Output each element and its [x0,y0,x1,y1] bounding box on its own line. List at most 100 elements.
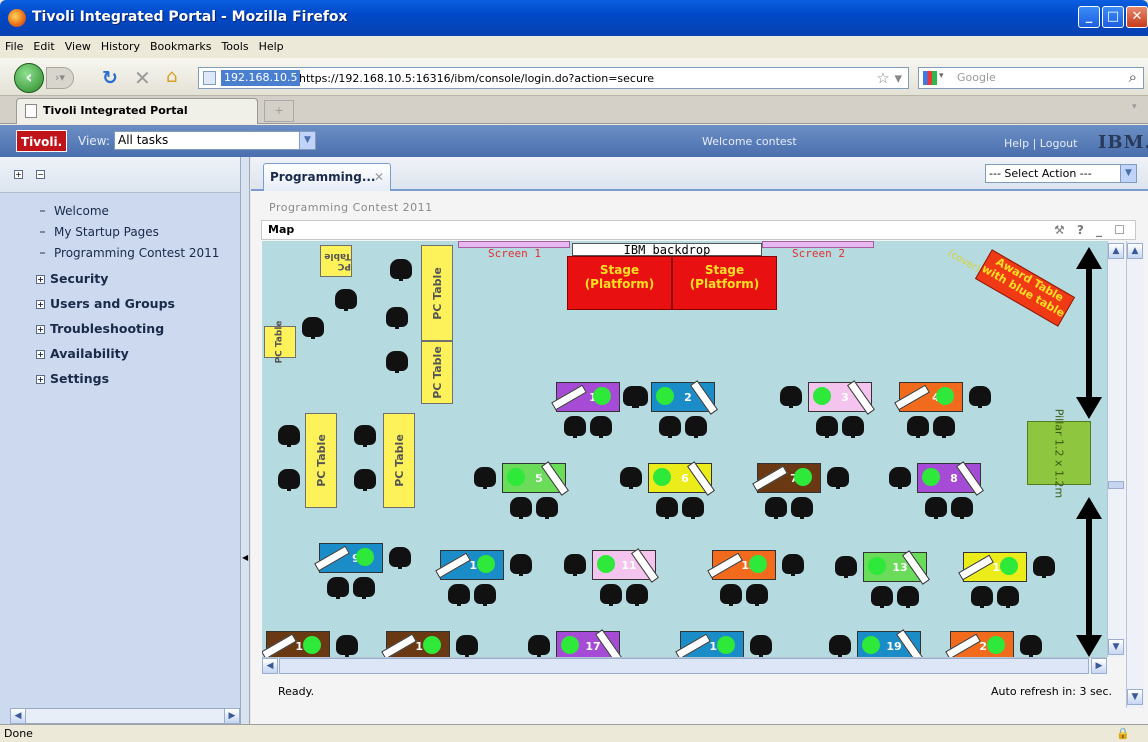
team-desk-4[interactable]: 4 [894,382,963,412]
menu-bookmarks[interactable]: Bookmarks [145,36,216,58]
team-desk-1[interactable]: 1 [551,382,620,412]
home-icon[interactable]: ⌂ [166,66,177,87]
menu-help[interactable]: Help [254,36,289,58]
scroll-right-icon[interactable]: ▶ [224,708,240,724]
chevron-down-icon[interactable]: ▼ [299,132,315,149]
menu-edit[interactable]: Edit [28,36,59,58]
tab-list-button[interactable]: ▾ [1132,102,1137,112]
scroll-left-icon[interactable]: ◀ [10,708,26,724]
nav-item-welcome[interactable]: Welcome [36,204,109,218]
site-identity-badge[interactable]: 192.168.10.5 [221,70,301,86]
scroll-up-icon[interactable]: ▲ [1127,243,1143,259]
welcome-text: Welcome contest [702,135,797,148]
team-desk-19[interactable]: 19 [857,629,925,657]
team-desk-7[interactable]: 7 [752,463,821,493]
nav-folder-settings[interactable]: + Settings [36,371,109,386]
window-titlebar[interactable]: Tivoli Integrated Portal - Mozilla Firef… [0,0,1148,36]
menu-tools[interactable]: Tools [216,36,253,58]
expand-icon[interactable]: + [36,375,45,384]
map-horizontal-scrollbar[interactable]: ◀ ▶ [262,657,1107,674]
nav-item-startup-pages[interactable]: My Startup Pages [36,225,159,239]
page-icon [203,71,216,85]
team-desk-5[interactable]: 5 [502,461,570,496]
bookmark-star-icon[interactable]: ☆ ▾ [876,69,902,87]
expand-icon[interactable]: + [36,325,45,334]
team-desk-3[interactable]: 3 [808,380,876,415]
scroll-up-icon[interactable]: ▲ [1108,243,1124,259]
nav-item-programming-contest[interactable]: Programming Contest 2011 [36,246,219,260]
team-desk-16[interactable]: 16 [381,631,450,657]
chair-icon [746,584,768,606]
expand-all-icon[interactable]: + [14,170,23,179]
menu-file[interactable]: File [0,36,28,58]
chevron-down-icon[interactable]: ▼ [1120,165,1136,182]
menu-history[interactable]: History [96,36,145,58]
team-desk-18[interactable]: 18 [675,631,744,657]
sidebar-horizontal-scrollbar[interactable]: ◀ ▶ [10,708,240,724]
scroll-left-icon[interactable]: ◀ [262,658,278,674]
nav-folder-security[interactable]: + Security [36,271,108,286]
team-desk-8[interactable]: 8 [917,461,985,496]
back-button[interactable]: ‹ [14,63,44,93]
chair-icon [951,497,973,519]
double-arrow-icon [1076,247,1102,419]
chair-icon [889,467,911,489]
map-vertical-scrollbar[interactable]: ▲ ▼ [1107,241,1125,657]
collapse-sidebar-icon[interactable]: ◀ [242,553,248,562]
url-bar[interactable]: 192.168.10.5 https://192.168.10.5:16316/… [198,67,909,89]
stage-left: Stage (Platform) [567,256,672,310]
close-tab-icon[interactable]: ✕ [374,164,384,190]
maximize-button[interactable]: □ [1102,6,1124,28]
nav-folder-troubleshooting[interactable]: + Troubleshooting [36,321,164,336]
minimize-button[interactable]: _ [1078,6,1100,28]
view-select[interactable]: All tasks ▼ [114,131,316,150]
close-button[interactable]: ✕ [1126,6,1148,28]
menu-view[interactable]: View [60,36,96,58]
team-desk-15[interactable]: 15 [262,631,330,657]
team-desk-14[interactable]: 14 [958,552,1027,582]
nav-folder-users-groups[interactable]: + Users and Groups [36,296,175,311]
stop-icon[interactable]: ✕ [134,66,151,90]
pc-table: PC Table [383,413,415,508]
chair-icon [907,416,929,438]
help-link[interactable]: Help [1004,137,1029,150]
search-icon[interactable]: ⌕ [1129,68,1137,86]
team-desk-17[interactable]: 17 [556,629,624,657]
chair-icon [564,554,586,576]
logout-link[interactable]: Logout [1040,137,1078,150]
expand-icon[interactable]: + [36,350,45,359]
reload-icon[interactable]: ↻ [102,67,118,89]
team-desk-13[interactable]: 13 [863,550,931,585]
search-box[interactable]: ▾ Google ⌕ [918,67,1144,89]
team-desk-11[interactable]: 11 [592,548,660,583]
team-desk-10[interactable]: 10 [435,550,504,580]
collapse-all-icon[interactable]: − [36,170,45,179]
team-desk-12[interactable]: 12 [707,550,776,580]
scroll-thumb[interactable] [1108,481,1124,489]
chair-icon [389,547,411,569]
scroll-thumb[interactable] [279,658,1089,674]
team-desk-20[interactable]: 20 [945,631,1014,657]
team-desk-2[interactable]: 2 [651,380,719,415]
team-desk-6[interactable]: 6 [648,461,716,496]
header-links: Help | Logout [1004,137,1077,150]
forward-button[interactable]: ›▾ [46,67,74,89]
expand-icon[interactable]: + [36,300,45,309]
nav-folder-availability[interactable]: + Availability [36,346,129,361]
select-action-dropdown[interactable]: --- Select Action --- ▼ [985,164,1137,183]
sidebar-splitter[interactable]: ◀ [240,157,250,724]
tab-programming-contest[interactable]: Programming... ✕ [263,163,391,191]
firefox-icon [8,9,26,27]
view-label: View: [78,134,110,148]
scroll-right-icon[interactable]: ▶ [1091,658,1107,674]
expand-icon[interactable]: + [36,275,45,284]
page-vertical-scrollbar[interactable]: ▲ ▼ [1126,241,1144,708]
scroll-down-icon[interactable]: ▼ [1127,689,1143,705]
chair-icon [897,586,919,608]
team-desk-9[interactable]: 9 [314,543,383,573]
portlet-controls[interactable]: ⚒ ? _ ☐ [1054,221,1129,239]
chair-icon [335,289,357,311]
scroll-down-icon[interactable]: ▼ [1108,639,1124,655]
new-tab-button[interactable]: + [264,100,294,122]
browser-tab[interactable]: Tivoli Integrated Portal [16,98,258,124]
